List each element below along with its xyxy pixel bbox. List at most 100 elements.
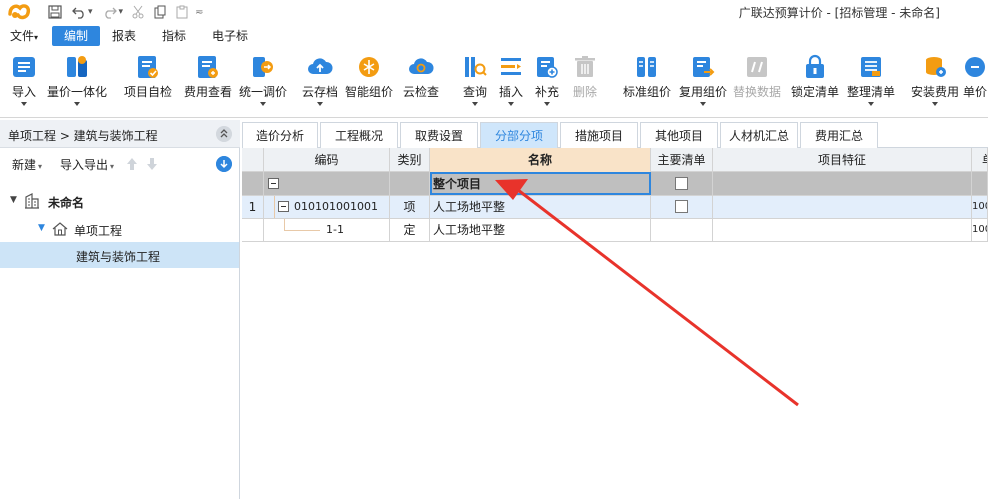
smart-price-button[interactable]: 智能组价 [342,50,396,116]
replace-data-button[interactable]: 替换数据 [730,50,784,116]
organize-list-button[interactable]: 整理清单 [844,50,898,116]
cloud-check-button[interactable]: 云检查 [398,50,444,116]
tree-line [274,196,275,218]
copy-icon[interactable] [153,5,167,19]
tree-expand-icon[interactable]: ▼ [38,223,45,233]
move-down-icon[interactable] [146,157,158,171]
unit-cell[interactable]: 100 [972,219,988,241]
unit-cell[interactable] [972,172,988,195]
tab-project-overview[interactable]: 工程概况 [320,122,398,148]
paste-icon[interactable] [175,5,189,19]
cut-icon[interactable] [131,5,145,19]
features-cell[interactable] [713,196,972,218]
tab-measures[interactable]: 措施项目 [560,122,638,148]
col-header-code[interactable]: 编码 [264,148,390,172]
undo-icon[interactable] [72,5,86,19]
tab-cost-analysis[interactable]: 造价分析 [242,122,318,148]
col-header-type[interactable]: 类别 [390,148,430,172]
menu-report[interactable]: 报表 [104,26,144,46]
main-list-cell[interactable] [651,219,713,241]
col-header-rownum[interactable] [242,148,264,172]
supplement-button[interactable]: 补充 [530,50,564,116]
query-button[interactable]: 查询 [458,50,492,116]
menu-index[interactable]: 指标 [154,26,194,46]
collapse-panel-icon[interactable] [216,126,232,142]
col-header-features[interactable]: 项目特征 [713,148,972,172]
cloud-save-button[interactable]: 云存档 [300,50,340,116]
col-header-main-list[interactable]: 主要清单 [651,148,713,172]
row-number: 1 [242,196,264,218]
name-cell-selected[interactable]: 整个项目 [430,172,651,195]
col-header-unit[interactable]: 单 [972,148,988,172]
supplement-icon [537,57,558,78]
unit-cell[interactable]: 100 [972,196,988,218]
ribbon-toolbar: 导入 量价一体化 项目自检 费用查看 统一调价 云存档 智能组价 云检查 查询 … [0,48,988,118]
col-header-name[interactable]: 名称 [430,148,651,172]
quantity-price-button[interactable]: 量价一体化 [44,50,110,116]
features-cell[interactable] [713,219,972,241]
install-fee-caret-icon [932,102,938,106]
menu-edit[interactable]: 编制 [52,26,100,46]
redo-dropdown-icon[interactable]: ▾ [119,7,124,17]
menu-file[interactable]: 文件▾ [2,26,46,46]
import-button[interactable]: 导入 [4,50,44,116]
tab-sub-items[interactable]: 分部分项 [480,122,558,148]
supplement-caret-icon [544,102,550,106]
fee-view-button[interactable]: 费用查看 [180,50,236,116]
cloud-check-icon [409,58,434,74]
collapse-node-icon[interactable] [268,178,279,189]
move-up-icon[interactable] [126,157,138,171]
reuse-price-caret-icon [700,102,706,106]
self-check-icon [138,56,158,78]
delete-button[interactable]: 删除 [566,50,604,116]
reuse-price-icon [693,57,715,77]
tree-expand-icon[interactable]: ▼ [10,195,17,205]
save-icon[interactable] [48,5,62,19]
customize-quick-access-icon[interactable]: ≂ [195,7,203,18]
unit-price-button[interactable]: 单价 [962,50,988,116]
tree-node-root[interactable]: ▼ 未命名 [0,188,239,214]
reuse-price-button[interactable]: 复用组价 [676,50,730,116]
main-list-checkbox[interactable] [675,177,688,190]
table-row[interactable]: 整个项目 [242,172,988,196]
code-cell[interactable]: 010101001001 [264,196,390,218]
new-button[interactable]: 新建 ▾ [12,156,42,173]
table-row[interactable]: 1-1 定 人工场地平整 100 [242,219,988,242]
redo-icon[interactable] [103,5,117,19]
tree-node-single-project[interactable]: ▼ 单项工程 [0,216,239,242]
table-row[interactable]: 1 010101001001 项 人工场地平整 100 [242,196,988,219]
adjust-price-icon [253,57,273,77]
project-panel-header: 单项工程 > 建筑与装饰工程 [0,120,240,148]
type-cell: 定 [390,219,430,241]
name-cell[interactable]: 人工场地平整 [430,196,651,218]
self-check-button[interactable]: 项目自检 [120,50,176,116]
undo-dropdown-icon[interactable]: ▾ [88,7,93,17]
type-cell [390,172,430,195]
adjust-price-button[interactable]: 统一调价 [236,50,290,116]
name-cell[interactable]: 人工场地平整 [430,219,651,241]
fee-view-icon [198,56,218,78]
quantity-price-caret-icon [74,102,80,106]
tab-fee-summary[interactable]: 费用汇总 [800,122,878,148]
type-cell: 项 [390,196,430,218]
import-export-button[interactable]: 导入导出 ▾ [60,156,114,173]
features-cell[interactable] [713,172,972,195]
main-list-cell[interactable] [651,196,713,218]
menu-e-bid[interactable]: 电子标 [204,26,256,46]
tab-fee-settings[interactable]: 取费设置 [400,122,478,148]
download-circle-icon[interactable] [216,156,232,172]
standard-price-button[interactable]: 标准组价 [620,50,674,116]
install-fee-button[interactable]: 安装费用 [908,50,962,116]
tab-other-items[interactable]: 其他项目 [640,122,718,148]
code-cell[interactable]: 1-1 [264,219,390,241]
collapse-node-icon[interactable] [278,201,289,212]
quick-access-toolbar: ▾ ▾ ≂ [48,4,203,20]
code-cell [264,172,390,195]
main-list-checkbox[interactable] [675,200,688,213]
tree-node-building-decoration[interactable]: 建筑与装饰工程 [0,242,239,268]
cloud-save-caret-icon [317,102,323,106]
insert-button[interactable]: 插入 [494,50,528,116]
tab-labor-material-summary[interactable]: 人材机汇总 [720,122,798,148]
lock-list-button[interactable]: 锁定清单 [788,50,842,116]
main-list-cell[interactable] [651,172,713,195]
